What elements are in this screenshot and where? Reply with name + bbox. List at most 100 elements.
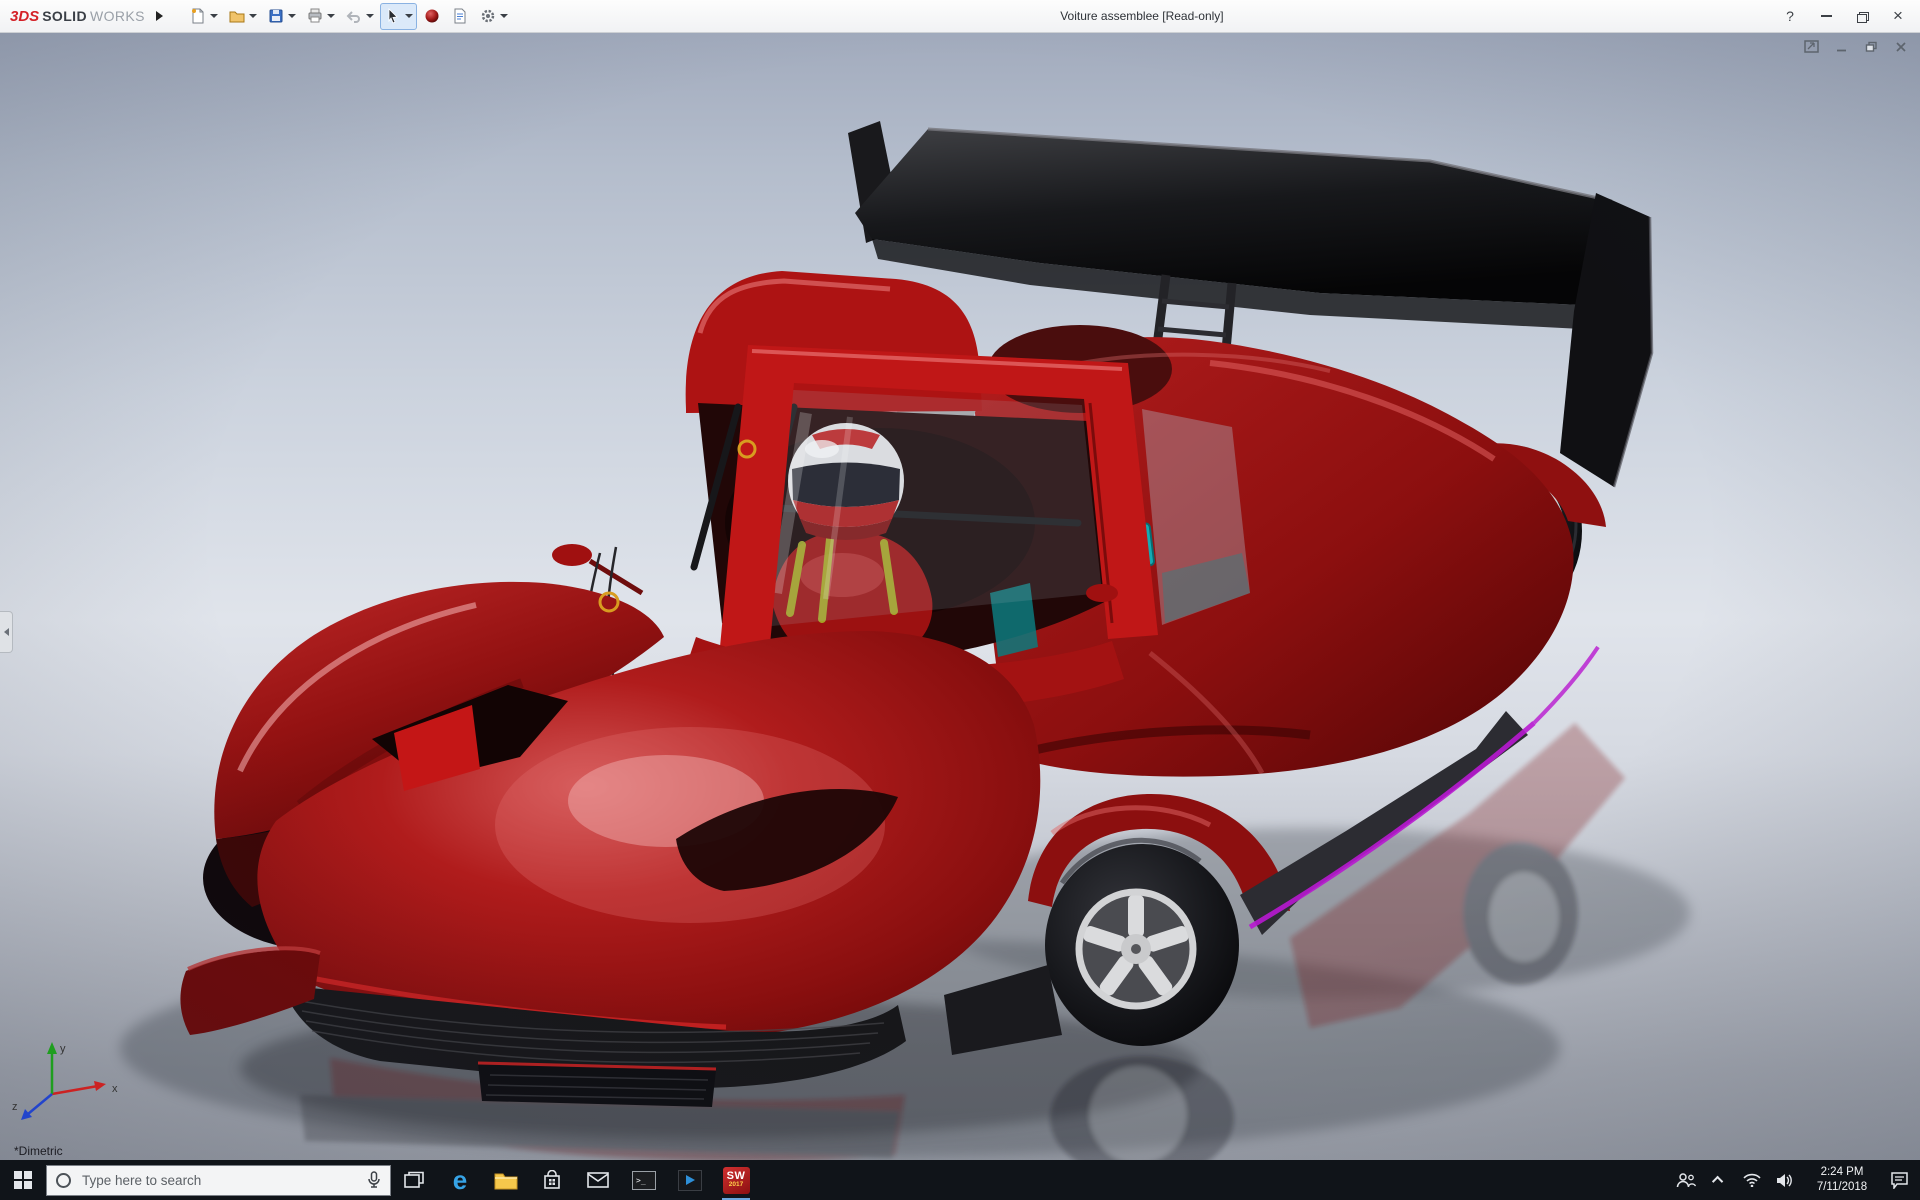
minimize-icon — [1835, 41, 1848, 53]
mail-icon — [587, 1172, 609, 1188]
file-properties-button[interactable] — [447, 3, 473, 30]
windows-logo-icon — [14, 1171, 32, 1189]
options-gear-icon — [479, 7, 497, 25]
network-icon — [1743, 1173, 1761, 1187]
window-title: Voiture assemblee [Read-only] — [512, 9, 1772, 23]
clock-date: 7/11/2018 — [1807, 1180, 1877, 1195]
store-icon — [542, 1170, 562, 1190]
x-axis-arrow — [94, 1081, 106, 1091]
store-button[interactable] — [529, 1160, 575, 1200]
appearance-button[interactable] — [419, 3, 445, 30]
toolbar-flyout-button[interactable] — [151, 3, 169, 29]
minimize-document-button[interactable] — [1832, 39, 1850, 54]
action-center-icon — [1890, 1172, 1909, 1189]
x-axis-label: x — [112, 1083, 118, 1095]
left-mirror[interactable] — [552, 544, 592, 566]
graphics-viewport[interactable]: x y z *Dimetric — [0, 33, 1920, 1160]
new-document-icon — [189, 7, 207, 25]
undo-button[interactable] — [341, 3, 378, 30]
hidden-icons-button[interactable] — [1702, 1160, 1735, 1200]
dropdown-caret — [249, 14, 257, 18]
microphone-icon[interactable] — [367, 1171, 381, 1189]
close-icon — [1895, 41, 1907, 53]
close-document-button[interactable] — [1892, 39, 1910, 54]
edge-icon: e — [453, 1167, 467, 1193]
media-player-button[interactable] — [667, 1160, 713, 1200]
orientation-triad: x y z — [10, 1030, 126, 1126]
save-button[interactable] — [263, 3, 300, 30]
chevron-up-icon — [1711, 1176, 1722, 1187]
clock-time: 2:24 PM — [1807, 1165, 1877, 1180]
task-view-button[interactable] — [391, 1160, 437, 1200]
dropdown-caret — [500, 14, 508, 18]
orientation-label: *Dimetric — [14, 1144, 63, 1158]
expand-window-button[interactable] — [1802, 39, 1820, 54]
restore-icon — [1857, 12, 1867, 21]
console-button[interactable]: >_ — [621, 1160, 667, 1200]
task-view-icon — [404, 1171, 424, 1189]
print-icon — [306, 7, 324, 25]
y-axis-arrow — [47, 1042, 57, 1054]
brand-works: WORKS — [90, 8, 145, 24]
file-explorer-icon — [494, 1171, 518, 1190]
solidworks-icon: SW 2017 — [723, 1167, 750, 1194]
mail-button[interactable] — [575, 1160, 621, 1200]
volume-button[interactable] — [1768, 1160, 1801, 1200]
solidworks-taskbar-button[interactable]: SW 2017 — [713, 1160, 759, 1200]
media-player-icon — [678, 1170, 702, 1191]
file-properties-icon — [451, 7, 469, 25]
print-button[interactable] — [302, 3, 339, 30]
window-controls: ? × — [1772, 3, 1916, 30]
open-document-button[interactable] — [224, 3, 261, 30]
minimize-button[interactable] — [1808, 3, 1844, 30]
titlebar: 3DS SOLIDWORKS — [0, 0, 1920, 33]
save-floppy-icon — [267, 7, 285, 25]
restore-icon — [1865, 41, 1878, 53]
cortana-icon — [56, 1173, 71, 1188]
new-document-button[interactable] — [185, 3, 222, 30]
select-cursor-icon — [384, 7, 402, 25]
minimize-icon — [1821, 15, 1832, 17]
3ds-logo-icon: 3DS — [10, 8, 39, 25]
network-button[interactable] — [1735, 1160, 1768, 1200]
collapse-arrow-icon — [4, 628, 9, 636]
restore-button[interactable] — [1844, 3, 1880, 30]
file-explorer-button[interactable] — [483, 1160, 529, 1200]
select-tool-button[interactable] — [380, 3, 417, 30]
close-button[interactable]: × — [1880, 3, 1916, 30]
flyout-arrow-icon — [156, 11, 163, 21]
start-button[interactable] — [0, 1160, 46, 1200]
taskbar: e >_ SW 2017 2:24 PM 7/11/2018 — [0, 1160, 1920, 1200]
system-tray: 2:24 PM 7/11/2018 — [1669, 1160, 1920, 1200]
dropdown-caret — [210, 14, 218, 18]
dropdown-caret — [327, 14, 335, 18]
dropdown-caret — [288, 14, 296, 18]
appearance-sphere-icon — [423, 7, 441, 25]
right-mirror[interactable] — [1086, 584, 1118, 602]
console-icon: >_ — [632, 1171, 656, 1190]
search-input[interactable] — [80, 1172, 358, 1189]
restore-document-button[interactable] — [1862, 39, 1880, 54]
people-button[interactable] — [1669, 1160, 1702, 1200]
action-center-button[interactable] — [1883, 1160, 1916, 1200]
help-button[interactable]: ? — [1772, 3, 1808, 30]
race-car-model[interactable] — [0, 33, 1920, 1160]
z-axis-label: z — [12, 1101, 18, 1113]
people-icon — [1676, 1172, 1696, 1188]
edge-button[interactable]: e — [437, 1160, 483, 1200]
quick-access-toolbar — [185, 3, 512, 30]
dropdown-caret — [366, 14, 374, 18]
y-axis-label: y — [60, 1043, 66, 1055]
taskbar-clock[interactable]: 2:24 PM 7/11/2018 — [1801, 1164, 1883, 1196]
dropdown-caret — [405, 14, 413, 18]
brand-solid: SOLID — [42, 8, 87, 24]
taskbar-search[interactable] — [46, 1165, 391, 1196]
open-folder-icon — [228, 7, 246, 25]
options-button[interactable] — [475, 3, 512, 30]
expand-icon — [1804, 40, 1819, 53]
undo-icon — [345, 7, 363, 25]
volume-icon — [1776, 1173, 1794, 1188]
document-window-controls — [1802, 39, 1910, 54]
panel-collapse-tab[interactable] — [0, 611, 13, 653]
solidworks-logo: 3DS SOLIDWORKS — [4, 8, 151, 25]
